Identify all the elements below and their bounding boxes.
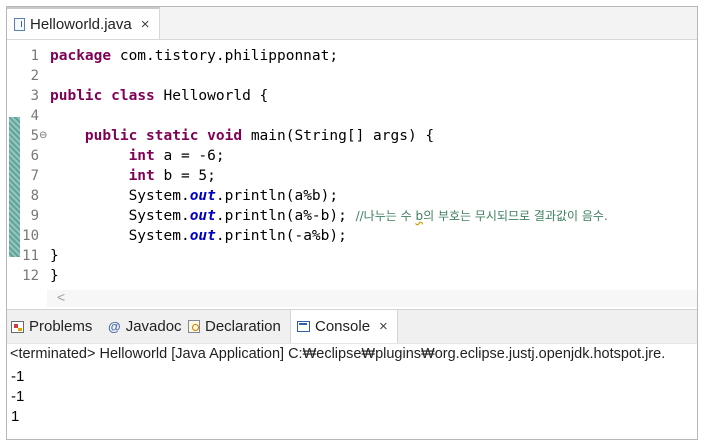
out-field: out (189, 208, 216, 224)
editor-tab-bar: Helloworld.java × (7, 7, 697, 40)
out-field: out (189, 228, 216, 244)
line-number: 10 (22, 228, 39, 244)
output-line: -1 (11, 368, 25, 385)
horizontal-scrollbar[interactable]: < (47, 289, 697, 307)
ide-window: Helloworld.java × 1 package com.tistory.… (6, 6, 698, 440)
line-number: 12 (22, 268, 39, 284)
code-line: 1 package com.tistory.philipponnat; (7, 46, 697, 66)
keyword: public (84, 128, 138, 144)
line-number: 5 (30, 128, 39, 144)
code-line: 2 (7, 66, 697, 86)
println-call: .println(a%-b); (215, 208, 347, 224)
closing-brace: } (50, 248, 59, 264)
tab-label: Console (315, 318, 371, 335)
line-number: 9 (30, 208, 39, 224)
code-comment: //나누는 수 b의 부호는 무시되므로 결과값이 음수. (355, 209, 608, 223)
output-line: 1 (11, 408, 20, 425)
spellcheck-warning: b (415, 209, 424, 223)
scroll-left-icon[interactable]: < (57, 289, 65, 305)
code-line: 12 } (7, 266, 697, 286)
tab-javadoc[interactable]: @ Javadoc (108, 310, 182, 343)
system-ref: System. (128, 208, 190, 224)
line-number: 3 (30, 88, 39, 104)
println-call: .println(-a%b); (215, 228, 347, 244)
line-number: 11 (22, 248, 39, 264)
close-icon[interactable]: × (379, 318, 388, 335)
keyword: int (128, 148, 155, 164)
tab-console[interactable]: Console × (290, 310, 398, 343)
keyword: void (207, 128, 243, 144)
tab-declaration[interactable]: Declaration (188, 310, 281, 343)
code-line: 8 System.out.println(a%b); (7, 186, 697, 206)
code-line: 4 (7, 106, 697, 126)
console-output[interactable]: -1 -1 1 (7, 365, 697, 439)
editor-tab-helloworld[interactable]: Helloworld.java × (7, 7, 160, 39)
tab-label: Problems (29, 318, 93, 335)
javadoc-icon: @ (108, 319, 121, 334)
main-signature: main(String[] args) { (250, 128, 435, 144)
close-icon[interactable]: × (141, 16, 150, 33)
println-call: .println(a%b); (215, 188, 339, 204)
closing-brace: } (50, 268, 59, 284)
tab-label: Declaration (205, 318, 281, 335)
code-line: 3 public class Helloworld { (7, 86, 697, 106)
code-line: 10 System.out.println(-a%b); (7, 226, 697, 246)
line-number: 8 (30, 188, 39, 204)
package-name: com.tistory.philipponnat; (119, 48, 339, 64)
keyword: package (50, 48, 112, 64)
line-number: 2 (30, 68, 39, 84)
code-line: 6 int a = -6; (7, 146, 697, 166)
code-line: 5 ⊖ public static void main(String[] arg… (7, 126, 697, 146)
code-line: 11 } (7, 246, 697, 266)
tab-label: Javadoc (125, 318, 182, 335)
declaration-b: b = 5; (163, 168, 216, 184)
problems-icon (11, 320, 24, 333)
output-line: -1 (11, 388, 25, 405)
code-editor[interactable]: 1 package com.tistory.philipponnat; 2 3 … (7, 40, 697, 307)
keyword: public (50, 88, 103, 104)
keyword: static (146, 128, 199, 144)
keyword: class (111, 88, 155, 104)
out-field: out (189, 188, 216, 204)
declaration-a: a = -6; (163, 148, 225, 164)
declaration-icon (188, 320, 200, 333)
line-number: 7 (30, 168, 39, 184)
code-line: 9 System.out.println(a%-b); //나누는 수 b의 부… (7, 206, 697, 226)
class-name: Helloworld { (163, 88, 269, 104)
line-number: 4 (30, 108, 39, 124)
line-number: 6 (30, 148, 39, 164)
system-ref: System. (128, 188, 190, 204)
editor-tab-label: Helloworld.java (30, 15, 132, 33)
keyword: int (128, 168, 155, 184)
console-status: <terminated> Helloworld [Java Applicatio… (7, 343, 697, 365)
system-ref: System. (128, 228, 190, 244)
tab-problems[interactable]: Problems (11, 310, 92, 343)
line-number: 1 (30, 48, 39, 64)
console-icon (297, 321, 310, 332)
code-line: 7 int b = 5; (7, 166, 697, 186)
views-tab-bar: Problems @ Javadoc Declaration Console × (7, 309, 697, 343)
java-file-icon (14, 17, 25, 31)
fold-collapse-icon[interactable]: ⊖ (39, 126, 47, 146)
